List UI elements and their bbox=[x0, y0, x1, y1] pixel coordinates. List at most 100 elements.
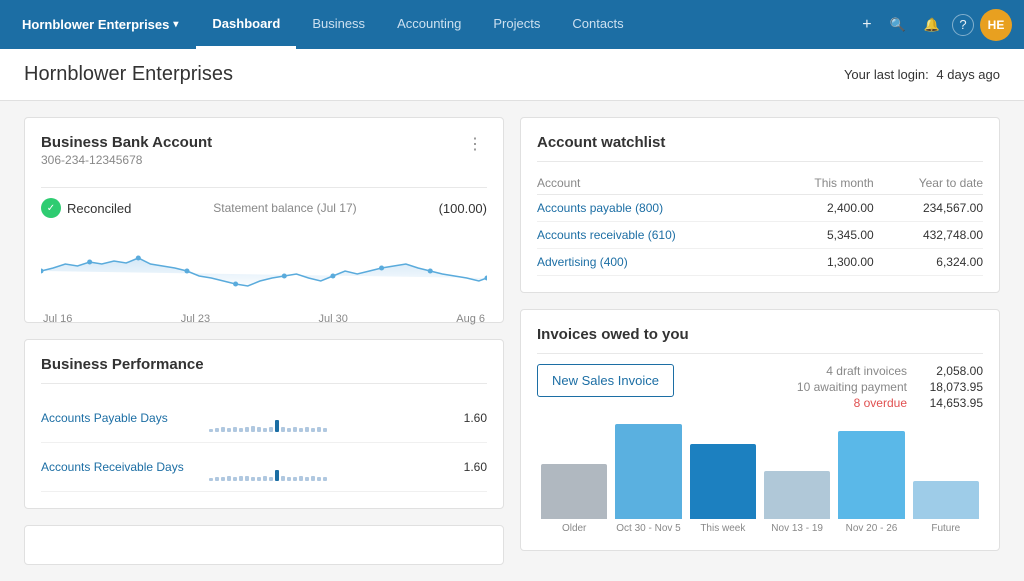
col-this-month: This month bbox=[773, 172, 874, 195]
nav-dashboard[interactable]: Dashboard bbox=[196, 0, 296, 49]
perf-bar bbox=[299, 476, 303, 481]
perf-bar bbox=[323, 428, 327, 432]
search-button[interactable]: 🔍 bbox=[884, 13, 912, 37]
perf-bar bbox=[287, 477, 291, 481]
perf-bar bbox=[245, 476, 249, 481]
perf-bar bbox=[281, 476, 285, 481]
perf-label[interactable]: Accounts Payable Days bbox=[41, 411, 201, 425]
invoice-stat-label: 10 awaiting payment bbox=[797, 380, 907, 394]
watchlist-this-month: 2,400.00 bbox=[773, 195, 874, 222]
nav-actions: + 🔍 🔔 ? HE bbox=[856, 9, 1012, 41]
invoice-stat-value: 14,653.95 bbox=[923, 396, 983, 410]
bar-label: Nov 13 - 19 bbox=[771, 523, 823, 534]
nav-accounting[interactable]: Accounting bbox=[381, 0, 477, 49]
perf-bar bbox=[215, 428, 219, 432]
bank-card-title: Business Bank Account bbox=[41, 134, 212, 151]
reconciled-label: Reconciled bbox=[67, 201, 131, 216]
watchlist-account: Advertising (400) bbox=[537, 249, 773, 276]
statement-label: Statement balance (Jul 17) bbox=[213, 201, 356, 215]
perf-bar bbox=[215, 477, 219, 481]
reconciled-row: ✓ Reconciled Statement balance (Jul 17) … bbox=[41, 198, 487, 218]
invoices-divider bbox=[537, 353, 983, 354]
perf-bar bbox=[275, 470, 279, 481]
main-content: Business Bank Account 306-234-12345678 ⋮… bbox=[0, 101, 1024, 581]
help-button[interactable]: ? bbox=[952, 14, 974, 36]
perf-bar-group bbox=[209, 404, 449, 432]
bar-label: Older bbox=[562, 523, 586, 534]
perf-row: Accounts Receivable Days 1.60 bbox=[41, 443, 487, 492]
extra-card bbox=[24, 525, 504, 565]
watchlist-card: Account watchlist Account This month Yea… bbox=[520, 117, 1000, 293]
watchlist-this-month: 1,300.00 bbox=[773, 249, 874, 276]
perf-bar bbox=[227, 428, 231, 432]
perf-bar bbox=[245, 427, 249, 432]
perf-bar bbox=[311, 476, 315, 481]
invoice-stat-label: 4 draft invoices bbox=[826, 364, 907, 378]
nav-contacts[interactable]: Contacts bbox=[556, 0, 639, 49]
perf-bar bbox=[227, 476, 231, 481]
new-invoice-button[interactable]: New Sales Invoice bbox=[537, 364, 674, 397]
nav-brand[interactable]: Hornblower Enterprises ▾ bbox=[12, 17, 188, 32]
bar bbox=[764, 471, 830, 519]
perf-bar bbox=[233, 427, 237, 432]
perf-bar bbox=[269, 427, 273, 432]
perf-bar bbox=[323, 477, 327, 481]
perf-bar bbox=[251, 477, 255, 481]
page-header: Hornblower Enterprises Your last login: … bbox=[0, 49, 1024, 101]
perf-bar bbox=[293, 477, 297, 481]
bar-label: This week bbox=[700, 523, 745, 534]
date-label-3: Jul 30 bbox=[319, 313, 348, 325]
watchlist-row: Accounts payable (800)2,400.00234,567.00 bbox=[537, 195, 983, 222]
perf-bar bbox=[293, 427, 297, 432]
invoices-header: New Sales Invoice 4 draft invoices 2,058.… bbox=[537, 364, 983, 412]
reconciled-dot: ✓ bbox=[41, 198, 61, 218]
perf-bar bbox=[299, 428, 303, 432]
nav-items: Dashboard Business Accounting Projects C… bbox=[196, 0, 856, 49]
reconciled-badge: ✓ Reconciled bbox=[41, 198, 131, 218]
statement-amount: (100.00) bbox=[439, 201, 487, 216]
bar bbox=[615, 424, 681, 519]
watchlist-header-row: Account This month Year to date bbox=[537, 172, 983, 195]
watchlist-this-month: 5,345.00 bbox=[773, 222, 874, 249]
sparkline-chart bbox=[41, 226, 487, 306]
invoice-stat-row: 4 draft invoices 2,058.00 bbox=[690, 364, 983, 378]
add-button[interactable]: + bbox=[856, 12, 877, 38]
watchlist-title: Account watchlist bbox=[537, 134, 983, 151]
watchlist-account: Accounts receivable (610) bbox=[537, 222, 773, 249]
bank-menu-button[interactable]: ⋮ bbox=[463, 134, 487, 154]
perf-bar bbox=[305, 477, 309, 481]
perf-bar bbox=[317, 427, 321, 432]
right-column: Account watchlist Account This month Yea… bbox=[520, 117, 1000, 565]
bar bbox=[690, 444, 756, 519]
perf-bar-group bbox=[209, 453, 449, 481]
brand-name: Hornblower Enterprises bbox=[22, 17, 169, 32]
perf-bar bbox=[257, 477, 261, 481]
watchlist-ytd: 234,567.00 bbox=[874, 195, 983, 222]
nav-projects[interactable]: Projects bbox=[477, 0, 556, 49]
invoice-bar-chart: OlderOct 30 - Nov 5This weekNov 13 - 19N… bbox=[537, 424, 983, 534]
perf-bar bbox=[311, 428, 315, 432]
bell-button[interactable]: 🔔 bbox=[918, 13, 946, 37]
bank-account-number: 306-234-12345678 bbox=[41, 153, 212, 167]
navbar: Hornblower Enterprises ▾ Dashboard Busin… bbox=[0, 0, 1024, 49]
perf-bar bbox=[209, 429, 213, 432]
perf-label[interactable]: Accounts Receivable Days bbox=[41, 460, 201, 474]
user-avatar[interactable]: HE bbox=[980, 9, 1012, 41]
perf-value: 1.60 bbox=[457, 411, 487, 425]
perf-row: Accounts Payable Days 1.60 bbox=[41, 394, 487, 443]
watchlist-row: Accounts receivable (610)5,345.00432,748… bbox=[537, 222, 983, 249]
bar-group: Future bbox=[913, 481, 979, 534]
business-performance-card: Business Performance Accounts Payable Da… bbox=[24, 339, 504, 509]
perf-bar bbox=[287, 428, 291, 432]
perf-bar bbox=[281, 427, 285, 432]
invoice-stat-value: 2,058.00 bbox=[923, 364, 983, 378]
invoice-stat-row: 8 overdue 14,653.95 bbox=[690, 396, 983, 410]
nav-business[interactable]: Business bbox=[296, 0, 381, 49]
brand-chevron: ▾ bbox=[173, 19, 178, 30]
invoice-stat-label: 8 overdue bbox=[854, 396, 907, 410]
perf-value: 1.60 bbox=[457, 460, 487, 474]
perf-bar bbox=[317, 477, 321, 481]
page-title: Hornblower Enterprises bbox=[24, 63, 233, 86]
date-label-1: Jul 16 bbox=[43, 313, 72, 325]
left-column: Business Bank Account 306-234-12345678 ⋮… bbox=[24, 117, 504, 565]
